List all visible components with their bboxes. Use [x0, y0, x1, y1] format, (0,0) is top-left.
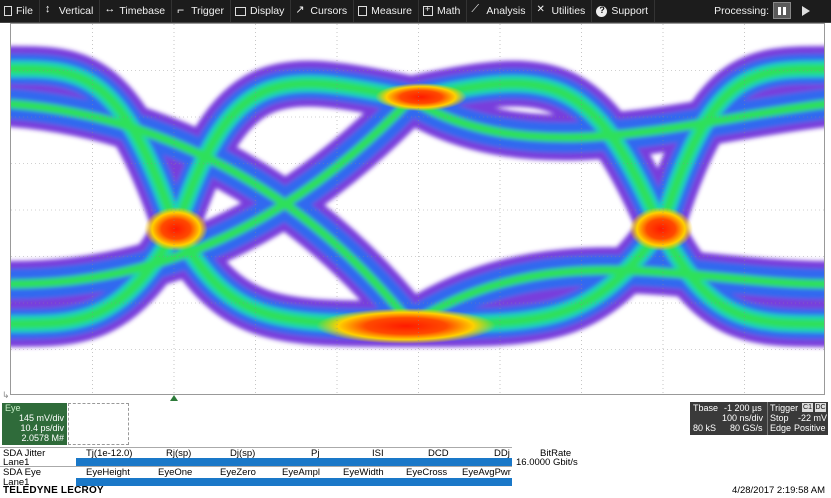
channel-offset-marker[interactable]: ↳	[2, 390, 10, 401]
timebase-icon	[104, 3, 115, 17]
bottom-hotspot	[316, 308, 496, 344]
timestamp: 4/28/2017 2:19:58 AM	[732, 485, 825, 496]
timebase-label: Tbase	[693, 403, 719, 413]
menu-cursors[interactable]: Cursors	[291, 0, 355, 22]
trace-hdiv: 10.4 ps/div	[20, 423, 64, 433]
menu-measure[interactable]: Measure	[354, 0, 420, 22]
menu-timebase-label: Timebase	[119, 5, 166, 17]
analysis-icon	[471, 3, 482, 17]
eye-lane-bar	[76, 478, 512, 486]
play-button[interactable]	[797, 2, 815, 19]
pause-button[interactable]	[773, 2, 791, 19]
trigger-position-marker[interactable]	[170, 395, 178, 401]
trigger-type: Edge	[770, 423, 792, 433]
timebase-samples: 80 kS	[693, 423, 717, 433]
trigger-slope: Positive	[794, 423, 826, 433]
processing-label: Processing:	[714, 5, 769, 17]
menu-analysis-label: Analysis	[486, 5, 526, 17]
menu-trigger-label: Trigger	[191, 5, 224, 17]
empty-descriptor-slot[interactable]	[68, 403, 129, 445]
eye-header-row: SDA Eye EyeHeight EyeOne EyeZero EyeAmpl…	[0, 467, 831, 478]
trigger-mode: Stop	[770, 413, 789, 423]
display-icon	[234, 6, 246, 16]
menu-file-label: File	[16, 5, 33, 17]
math-icon	[423, 4, 434, 16]
trigger-coupling-badge: DC	[815, 403, 826, 412]
descriptor-separator	[767, 402, 768, 435]
trigger-icon	[176, 3, 187, 17]
menu-support-label: Support	[611, 5, 649, 17]
timebase-vdiv: 100 ns/div	[722, 413, 764, 423]
top-hotspot	[375, 83, 467, 111]
menu-support[interactable]: Support	[592, 0, 656, 22]
vertical-icon	[44, 3, 55, 17]
timebase-delay: -1 200 µs	[724, 403, 762, 413]
menu-timebase[interactable]: Timebase	[100, 0, 173, 22]
trigger-level: -22 mV	[798, 413, 828, 423]
file-icon	[4, 6, 12, 16]
jitter-lane-bar	[76, 458, 512, 466]
trace-vdiv: 145 mV/div	[18, 413, 64, 423]
menu-measure-label: Measure	[371, 5, 413, 17]
trace-extra: 2.0578 M#	[21, 433, 64, 443]
menu-vertical[interactable]: Vertical	[40, 0, 101, 22]
crossing-hotspot-right	[629, 207, 693, 251]
menu-vertical-label: Vertical	[58, 5, 94, 17]
menu-math-label: Math	[437, 5, 461, 17]
menu-display-label: Display	[249, 5, 285, 17]
menu-utilities[interactable]: Utilities	[532, 0, 593, 22]
menu-display[interactable]: Display	[231, 0, 292, 22]
trace-descriptor-eye[interactable]: Eye 145 mV/div 10.4 ps/div 2.0578 M#	[2, 403, 67, 445]
timebase-rate: 80 GS/s	[730, 423, 763, 433]
trigger-channel-badge: C1	[802, 403, 813, 412]
brand-logo: TELEDYNE LECROY	[3, 485, 104, 496]
support-icon	[596, 5, 608, 17]
menu-utilities-label: Utilities	[551, 5, 586, 17]
crossing-hotspot-left	[144, 207, 208, 251]
measure-icon	[358, 6, 368, 16]
menu-cursors-label: Cursors	[310, 5, 348, 17]
menu-file[interactable]: File	[0, 0, 40, 22]
eye-diagram-grid[interactable]	[10, 23, 825, 395]
menu-trigger[interactable]: Trigger	[172, 0, 231, 22]
menu-bar: File Vertical Timebase Trigger Display C…	[0, 0, 831, 23]
utilities-icon	[536, 4, 547, 17]
cursors-icon	[295, 3, 306, 17]
eye-diagram-plot	[11, 24, 824, 394]
trigger-label: Trigger	[770, 403, 799, 413]
trace-name: Eye	[5, 403, 21, 413]
menu-analysis[interactable]: Analysis	[467, 0, 533, 22]
timebase-trigger-descriptor[interactable]: Tbase -1 200 µs 100 ns/div 80 kS 80 GS/s…	[690, 402, 828, 435]
menu-math[interactable]: Math	[419, 0, 468, 22]
